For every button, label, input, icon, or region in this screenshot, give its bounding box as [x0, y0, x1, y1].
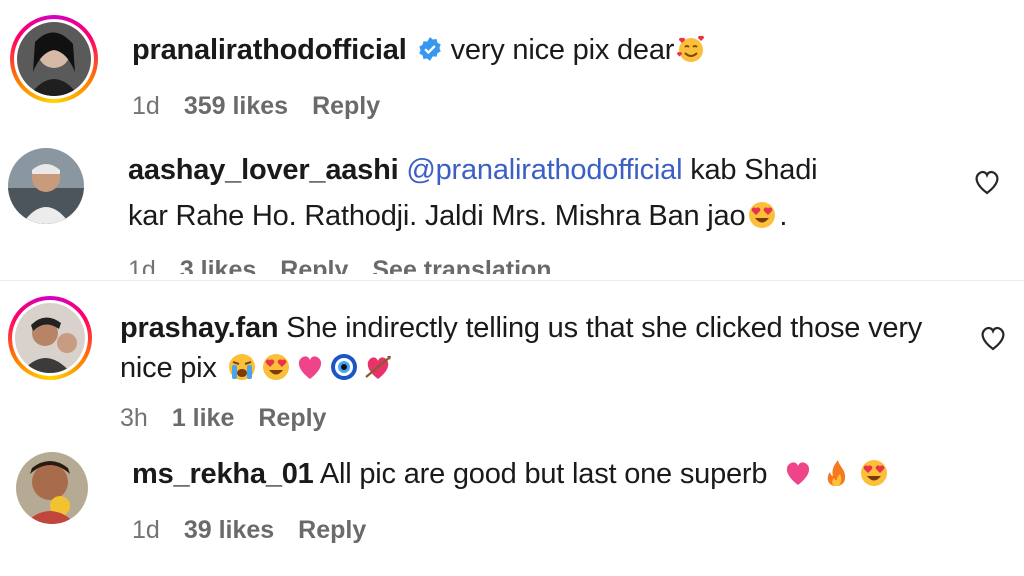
divider — [0, 280, 1024, 281]
username[interactable]: pranalirathodofficial — [132, 34, 407, 66]
comment-1: pranalirathodofficial very nice pix dear … — [0, 0, 1024, 130]
see-translation-button[interactable]: See translation — [372, 256, 551, 274]
pink-heart-icon — [298, 356, 321, 379]
comment-text-line-1: aashay_lover_aashi @pranalirathodofficia… — [128, 150, 818, 190]
timestamp: 1d — [132, 516, 160, 544]
timestamp: 3h — [120, 404, 148, 432]
loudly-crying-face-icon — [228, 354, 255, 380]
pink-heart-icon — [787, 462, 810, 485]
likes-count[interactable]: 359 likes — [184, 92, 288, 120]
comment-text: nice pix — [120, 352, 217, 384]
comment-text: kab Shadi — [690, 154, 818, 186]
comment-meta: 1d 39 likes Reply — [132, 516, 390, 545]
reply-button[interactable]: Reply — [298, 516, 366, 544]
avatar[interactable] — [17, 22, 91, 96]
comment-text-line: ms_rekha_01 All pic are good but last on… — [132, 454, 891, 494]
timestamp: 1d — [132, 92, 160, 120]
story-ring[interactable] — [8, 296, 92, 380]
heart-with-arrow-icon — [364, 356, 391, 379]
comment-text-line-1: prashay.fan She indirectly telling us th… — [120, 308, 922, 348]
comment-text-line-2: nice pix — [120, 348, 395, 388]
reply-button[interactable]: Reply — [312, 92, 380, 120]
comment-text-line: pranalirathodofficial very nice pix dear — [132, 30, 708, 70]
comment-text: kar Rahe Ho. Rathodji. Jaldi Mrs. Mishra… — [128, 200, 746, 232]
fire-icon — [827, 460, 846, 486]
heart-outline-icon[interactable] — [978, 324, 1008, 352]
avatar[interactable] — [16, 452, 88, 524]
timestamp: 1d — [128, 256, 156, 274]
comment-text: She indirectly telling us that she click… — [286, 312, 923, 344]
story-ring[interactable] — [10, 15, 98, 103]
username[interactable]: ms_rekha_01 — [132, 458, 314, 490]
comment-4: ms_rekha_01 All pic are good but last on… — [0, 440, 1024, 576]
heart-eyes-icon — [262, 354, 289, 380]
nazar-amulet-icon — [330, 354, 357, 380]
likes-count[interactable]: 3 likes — [180, 256, 256, 274]
likes-count[interactable]: 39 likes — [184, 516, 274, 544]
comment-text-line-2: kar Rahe Ho. Rathodji. Jaldi Mrs. Mishra… — [128, 196, 787, 236]
comment-meta: 1d 3 likes Reply See translation — [128, 256, 576, 274]
verified-badge-icon — [418, 37, 441, 61]
heart-outline-icon[interactable] — [972, 168, 1002, 196]
avatar[interactable] — [8, 148, 84, 224]
likes-count[interactable]: 1 like — [172, 404, 235, 432]
smiling-face-with-hearts-icon — [677, 35, 705, 62]
comment-text: All pic are good but last one superb — [319, 458, 768, 490]
comment-2: aashay_lover_aashi @pranalirathodofficia… — [0, 130, 1024, 280]
comment-text-end: . — [779, 200, 788, 232]
mention-link[interactable]: @pranalirathodofficial — [406, 154, 682, 186]
comment-3: prashay.fan She indirectly telling us th… — [0, 286, 1024, 436]
comment-text: very nice pix dear — [450, 34, 675, 66]
comment-meta: 3h 1 like Reply — [120, 404, 350, 433]
heart-eyes-icon — [749, 202, 776, 228]
reply-button[interactable]: Reply — [258, 404, 326, 432]
username[interactable]: prashay.fan — [120, 312, 279, 344]
avatar[interactable] — [15, 303, 85, 373]
reply-button[interactable]: Reply — [280, 256, 348, 274]
heart-eyes-icon — [861, 460, 888, 486]
comment-meta: 1d 359 likes Reply — [132, 92, 404, 121]
username[interactable]: aashay_lover_aashi — [128, 154, 399, 186]
